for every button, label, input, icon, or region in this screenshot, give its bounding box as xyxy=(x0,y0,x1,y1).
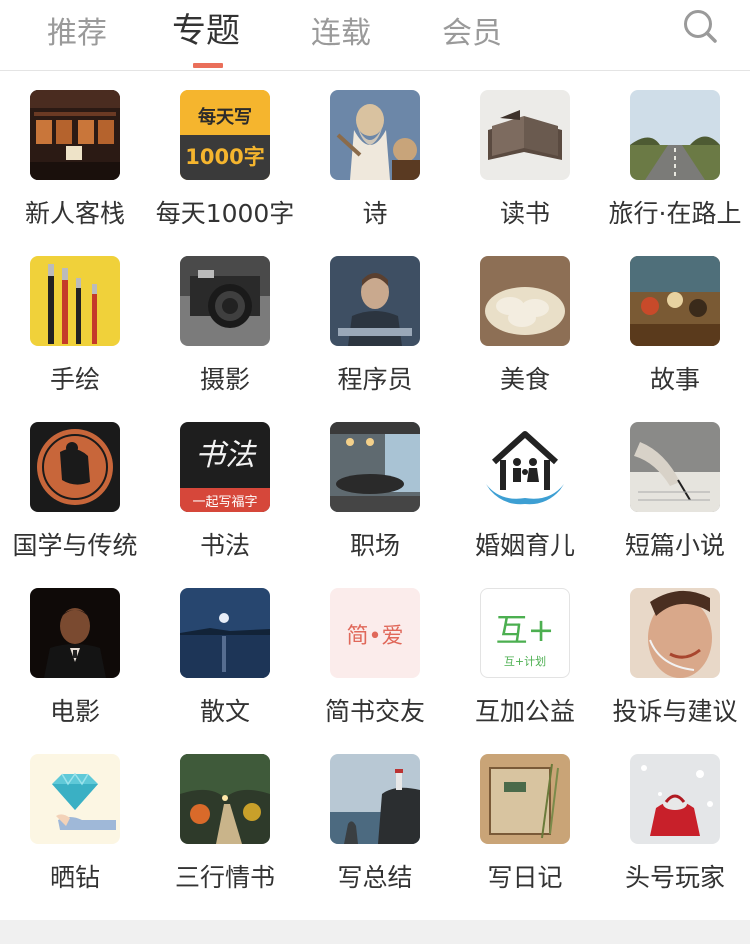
tab-recommend[interactable]: 推荐 xyxy=(47,8,107,52)
collection-item[interactable]: 简•爱 简书交友 xyxy=(300,568,450,734)
icon-caption: 书法 xyxy=(195,438,255,473)
greek-pottery-icon xyxy=(30,422,120,512)
collection-label: 互加公益 xyxy=(474,697,575,726)
icon-caption: 简•爱 xyxy=(346,624,404,649)
godfather-portrait-icon xyxy=(30,588,120,678)
programmer-icon xyxy=(330,256,420,346)
collection-label: 简书交友 xyxy=(324,697,425,726)
collection-item[interactable]: 读书 xyxy=(450,70,600,236)
icon-caption: 互+ xyxy=(495,611,555,649)
collection-item[interactable]: 每天写 1000字 每天1000字 xyxy=(150,70,300,236)
collection-item[interactable]: 旅行·在路上 xyxy=(600,70,750,236)
dumplings-icon xyxy=(480,256,570,346)
collection-item[interactable]: 头号玩家 xyxy=(600,734,750,900)
collection-label: 国学与传统 xyxy=(12,531,138,560)
icon-caption: 一起写福字 xyxy=(192,495,258,510)
road-trip-icon xyxy=(630,90,720,180)
collection-item[interactable]: 手绘 xyxy=(0,236,150,402)
top-tab-bar: 推荐 专题 连载 会员 xyxy=(0,0,750,71)
collection-item[interactable]: 程序员 xyxy=(300,236,450,402)
collection-item[interactable]: 故事 xyxy=(600,236,750,402)
collection-label: 三行情书 xyxy=(174,863,275,892)
park-path-icon xyxy=(180,754,270,844)
collection-item[interactable]: 婚姻育儿 xyxy=(450,402,600,568)
collection-label: 婚姻育儿 xyxy=(474,531,575,560)
calligraphy-icon: 书法 一起写福字 xyxy=(180,422,270,512)
collection-label: 散文 xyxy=(199,697,250,726)
open-book-icon xyxy=(480,90,570,180)
collection-item[interactable]: 投诉与建议 xyxy=(600,568,750,734)
tab-collections[interactable]: 专题 xyxy=(172,3,240,52)
collection-item[interactable]: 三行情书 xyxy=(150,734,300,900)
collection-label: 故事 xyxy=(649,365,700,394)
diamond-icon xyxy=(30,754,120,844)
collection-item[interactable]: 美食 xyxy=(450,236,600,402)
office-room-icon xyxy=(330,422,420,512)
collection-item[interactable]: 写日记 xyxy=(450,734,600,900)
gift-bag-snow-icon xyxy=(630,754,720,844)
search-icon[interactable] xyxy=(682,8,718,44)
collection-label: 写总结 xyxy=(337,863,413,892)
inn-night-icon xyxy=(30,90,120,180)
lighthouse-coast-icon xyxy=(330,754,420,844)
collection-item[interactable]: 晒钻 xyxy=(0,734,150,900)
collection-label: 写日记 xyxy=(487,863,563,892)
collection-label: 读书 xyxy=(499,199,550,228)
collection-label: 职场 xyxy=(349,531,400,560)
collection-label: 诗 xyxy=(362,199,388,228)
tab-membership[interactable]: 会员 xyxy=(442,8,502,52)
collection-label: 旅行·在路上 xyxy=(608,199,742,228)
collection-label: 头号玩家 xyxy=(624,863,725,892)
phone-headset-icon xyxy=(630,588,720,678)
writing-hand-icon xyxy=(630,422,720,512)
collection-item[interactable]: 短篇小说 xyxy=(600,402,750,568)
collection-item[interactable]: 互+ 互+计划 互加公益 xyxy=(450,568,600,734)
collection-item[interactable]: 电影 xyxy=(0,568,150,734)
diary-notebook-icon xyxy=(480,754,570,844)
collection-item[interactable]: 职场 xyxy=(300,402,450,568)
icon-caption: 互+计划 xyxy=(503,655,547,668)
icon-caption: 每天写 xyxy=(198,107,252,128)
collection-item[interactable]: 书法 一起写福字 书法 xyxy=(150,402,300,568)
active-tab-indicator xyxy=(193,63,223,68)
tab-serial[interactable]: 连载 xyxy=(311,8,371,52)
collection-label: 投诉与建议 xyxy=(612,697,738,726)
daily-1000-words-icon: 每天写 1000字 xyxy=(180,90,270,180)
collection-item[interactable]: 国学与传统 xyxy=(0,402,150,568)
collection-label: 手绘 xyxy=(49,365,100,394)
collection-label: 书法 xyxy=(199,531,250,560)
moon-lake-icon xyxy=(180,588,270,678)
collection-item[interactable]: 写总结 xyxy=(300,734,450,900)
collection-item[interactable]: 散文 xyxy=(150,568,300,734)
hujia-charity-icon: 互+ 互+计划 xyxy=(480,588,570,678)
poet-statue-icon xyxy=(330,90,420,180)
collection-item[interactable]: 诗 xyxy=(300,70,450,236)
paint-brushes-icon xyxy=(30,256,120,346)
collection-label: 晒钻 xyxy=(49,863,100,892)
collection-label: 摄影 xyxy=(199,365,250,394)
bottom-divider xyxy=(0,920,750,944)
camera-icon xyxy=(180,256,270,346)
collection-label: 短篇小说 xyxy=(624,531,725,560)
collection-label: 美食 xyxy=(499,365,550,394)
collection-label: 电影 xyxy=(49,697,100,726)
story-painting-icon xyxy=(630,256,720,346)
family-house-icon xyxy=(480,422,570,512)
icon-caption: 1000字 xyxy=(185,145,265,169)
collection-label: 程序员 xyxy=(337,365,413,394)
collection-label: 新人客栈 xyxy=(24,199,125,228)
collection-item[interactable]: 摄影 xyxy=(150,236,300,402)
collection-label: 每天1000字 xyxy=(155,199,295,228)
jian-ai-icon: 简•爱 xyxy=(330,588,420,678)
collection-item[interactable]: 新人客栈 xyxy=(0,70,150,236)
